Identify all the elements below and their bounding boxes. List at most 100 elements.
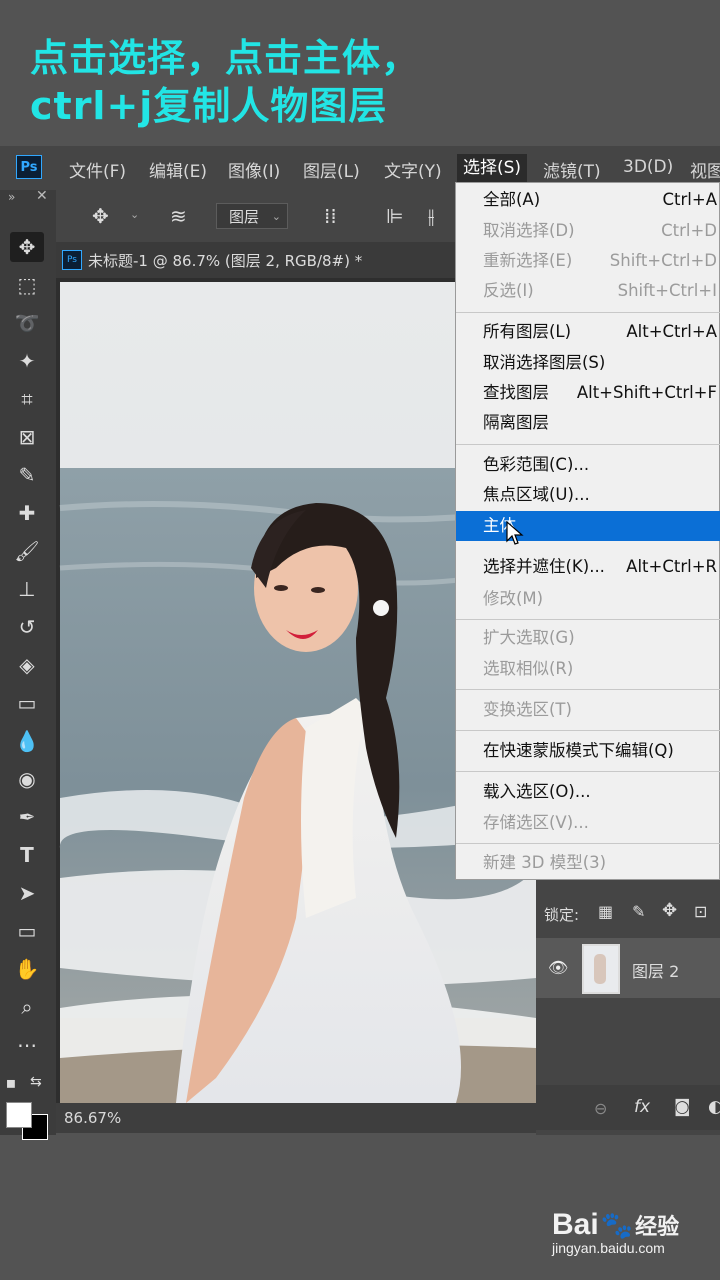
menu-item-similar[interactable]: 选取相似(R) xyxy=(456,654,720,684)
menu-item-label: 存储选区(V)... xyxy=(483,813,589,832)
menu-item-label: 重新选择(E) xyxy=(483,251,573,270)
lock-artboard-icon[interactable]: ⊡ xyxy=(694,902,707,921)
history-brush-icon[interactable]: ↺ xyxy=(10,612,44,642)
thumbnail-figure xyxy=(594,954,606,984)
menu-layer[interactable]: 图层(L) xyxy=(303,157,360,182)
swap-colors-icon[interactable]: ⇆ xyxy=(30,1074,42,1090)
menu-item-quick-mask[interactable]: 在快速蒙版模式下编辑(Q) xyxy=(456,736,720,766)
path-select-icon[interactable]: ➤ xyxy=(10,878,44,908)
menu-item-select-and-mask[interactable]: 选择并遮住(K)... Alt+Ctrl+R xyxy=(456,552,720,582)
menu-item-load-selection[interactable]: 载入选区(O)... xyxy=(456,777,720,807)
menu-item-focus-area[interactable]: 焦点区域(U)... xyxy=(456,480,720,510)
menu-item-shortcut: Alt+Ctrl+A xyxy=(626,322,717,341)
menu-image[interactable]: 图像(I) xyxy=(228,157,280,182)
menu-item-shortcut: Ctrl+A xyxy=(662,190,717,209)
menu-separator xyxy=(456,444,720,445)
frame-tool-icon[interactable]: ⊠ xyxy=(10,422,44,452)
menu-item-reselect[interactable]: 重新选择(E) Shift+Ctrl+D xyxy=(456,246,720,276)
blur-tool-icon[interactable]: 💧 xyxy=(10,726,44,756)
menu-item-label: 所有图层(L) xyxy=(483,322,572,341)
paw-icon: 🐾 xyxy=(600,1211,634,1241)
lock-position-icon[interactable]: ✥ xyxy=(662,900,677,921)
layers-footer: ⊖ fx ◙ ◐ xyxy=(536,1085,720,1130)
type-tool-icon[interactable]: T xyxy=(10,840,44,870)
watermark-url: jingyan.baidu.com xyxy=(552,1240,665,1256)
menu-item-modify[interactable]: 修改(M) xyxy=(456,584,720,614)
menu-type[interactable]: 文字(Y) xyxy=(384,157,442,182)
menu-item-label: 反选(I) xyxy=(483,281,534,300)
menu-edit[interactable]: 编辑(E) xyxy=(149,157,207,182)
menu-select[interactable]: 选择(S) xyxy=(457,154,528,182)
foreground-color-swatch[interactable] xyxy=(6,1102,32,1128)
move-tool-icon[interactable]: ✥ xyxy=(92,204,109,228)
align-center-icon[interactable]: ⫲ xyxy=(428,204,434,228)
photoshop-logo[interactable]: Ps xyxy=(16,155,42,179)
rectangle-tool-icon[interactable]: ▭ xyxy=(10,916,44,946)
layer-thumbnail xyxy=(582,944,620,994)
zoom-tool-icon[interactable]: ⌕ xyxy=(10,992,44,1022)
menu-item-shortcut: Shift+Ctrl+D xyxy=(609,251,717,270)
visibility-eye-icon[interactable]: 👁 xyxy=(548,958,568,977)
menu-item-inverse[interactable]: 反选(I) Shift+Ctrl+I xyxy=(456,276,720,306)
lock-transparency-icon[interactable]: ▦ xyxy=(598,902,613,921)
gradient-tool-icon[interactable]: ▭ xyxy=(10,688,44,718)
watermark-brand-cn: 经验 xyxy=(635,1215,680,1240)
lock-pixels-icon[interactable]: ✎ xyxy=(632,902,645,921)
move-tool-icon[interactable]: ✥ xyxy=(10,232,44,262)
marquee-tool-icon[interactable]: ⬚ xyxy=(10,270,44,300)
menu-item-shortcut: Ctrl+D xyxy=(661,221,717,240)
align-left-icon[interactable]: ⊫ xyxy=(386,204,403,228)
menu-separator xyxy=(456,730,720,731)
menu-item-deselect-layers[interactable]: 取消选择图层(S) xyxy=(456,348,720,378)
crop-tool-icon[interactable]: ⌗ xyxy=(10,384,44,414)
lasso-tool-icon[interactable]: ➰ xyxy=(10,308,44,338)
hand-tool-icon[interactable]: ✋ xyxy=(10,954,44,984)
collapse-icon[interactable]: » xyxy=(8,190,15,204)
transform-controls-icon[interactable]: ⁞⁞ xyxy=(324,204,337,228)
menu-item-deselect[interactable]: 取消选择(D) Ctrl+D xyxy=(456,216,720,246)
add-mask-icon[interactable]: ◙ xyxy=(674,1097,691,1117)
menu-file[interactable]: 文件(F) xyxy=(69,157,126,182)
dodge-tool-icon[interactable]: ◉ xyxy=(10,764,44,794)
menu-item-label: 载入选区(O)... xyxy=(483,782,591,801)
menu-3d[interactable]: 3D(D) xyxy=(623,157,673,177)
link-layers-icon[interactable]: ⊖ xyxy=(594,1099,607,1118)
menu-item-isolate-layers[interactable]: 隔离图层 xyxy=(456,408,720,438)
document-title: 未标题-1 @ 86.7% (图层 2, RGB/8#) * xyxy=(88,252,363,270)
magic-wand-icon[interactable]: ✦ xyxy=(10,346,44,376)
adjustment-layer-icon[interactable]: ◐ xyxy=(708,1097,720,1117)
chevron-down-icon[interactable]: ⌄ xyxy=(130,208,139,221)
default-colors-icon[interactable]: ◼ xyxy=(6,1076,16,1090)
stamp-tool-icon[interactable]: ⊥ xyxy=(10,574,44,604)
menu-item-transform-selection[interactable]: 变换选区(T) xyxy=(456,695,720,725)
layers-stack-icon[interactable]: ≋ xyxy=(170,204,187,228)
lock-label: 锁定: xyxy=(544,906,580,924)
layer-name: 图层 2 xyxy=(632,962,680,981)
menu-filter[interactable]: 滤镜(T) xyxy=(543,157,601,182)
menu-item-new-3d-extrusion[interactable]: 新建 3D 模型(3) xyxy=(456,848,720,878)
menu-item-find-layers[interactable]: 查找图层 Alt+Shift+Ctrl+F xyxy=(456,378,720,408)
close-icon[interactable]: ✕ xyxy=(36,188,48,204)
menu-item-label: 隔离图层 xyxy=(483,413,549,432)
menu-item-label: 查找图层 xyxy=(483,383,549,402)
auto-select-dropdown[interactable]: 图层 ⌄ xyxy=(216,203,288,229)
zoom-level[interactable]: 86.67% xyxy=(64,1109,121,1127)
eraser-tool-icon[interactable]: ◈ xyxy=(10,650,44,680)
menu-item-label: 在快速蒙版模式下编辑(Q) xyxy=(483,741,674,760)
menu-item-grow[interactable]: 扩大选取(G) xyxy=(456,623,720,653)
document-tab[interactable]: Ps 未标题-1 @ 86.7% (图层 2, RGB/8#) * xyxy=(56,242,456,278)
pen-tool-icon[interactable]: ✒ xyxy=(10,802,44,832)
menu-item-subject[interactable]: 主体 xyxy=(456,511,720,545)
menu-item-select-all[interactable]: 全部(A) Ctrl+A xyxy=(456,185,720,215)
menu-item-save-selection[interactable]: 存储选区(V)... xyxy=(456,808,720,838)
menu-item-color-range[interactable]: 色彩范围(C)... xyxy=(456,450,720,480)
layer-row[interactable]: 👁 图层 2 xyxy=(536,938,720,998)
eyedropper-icon[interactable]: ✎ xyxy=(10,460,44,490)
brush-tool-icon[interactable]: 🖌 xyxy=(10,536,44,566)
watermark-brand: Bai xyxy=(552,1208,599,1241)
fx-icon[interactable]: fx xyxy=(634,1097,650,1117)
menu-item-all-layers[interactable]: 所有图层(L) Alt+Ctrl+A xyxy=(456,317,720,347)
menu-view[interactable]: 视图 xyxy=(690,157,720,182)
healing-brush-icon[interactable]: ✚ xyxy=(10,498,44,528)
more-tools-icon[interactable]: ⋯ xyxy=(10,1030,44,1060)
